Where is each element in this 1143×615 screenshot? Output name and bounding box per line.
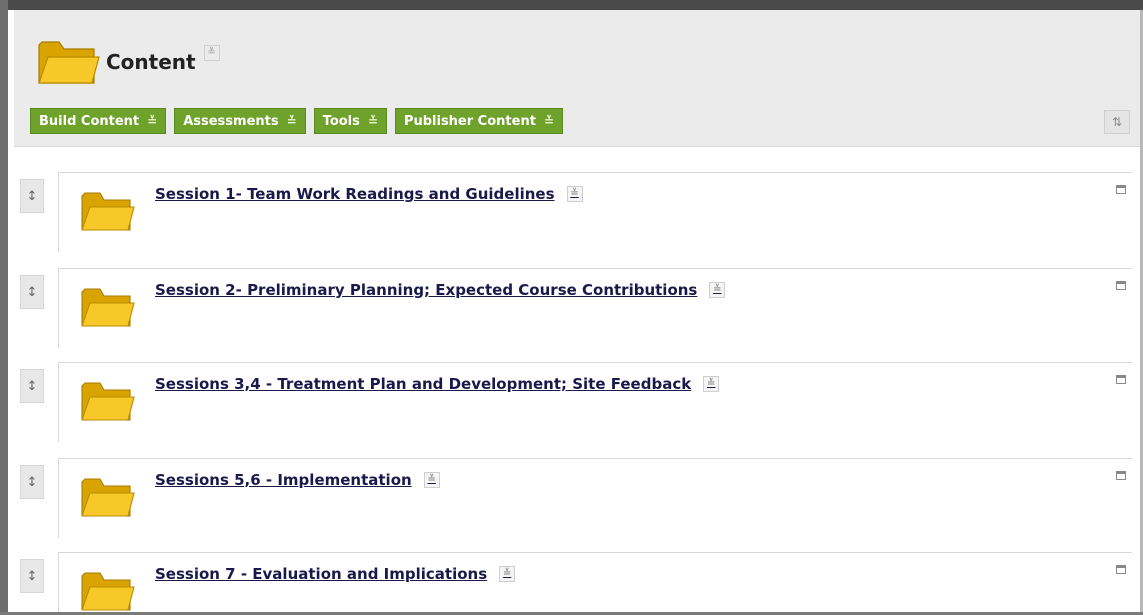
collapse-icon[interactable]	[1116, 185, 1126, 194]
content-item-title: Sessions 5,6 - Implementation	[155, 471, 412, 489]
collapse-icon[interactable]	[1116, 281, 1126, 290]
window-frame-top	[0, 0, 1143, 10]
content-item-title-link[interactable]: Sessions 3,4 - Treatment Plan and Develo…	[155, 375, 720, 393]
folder-icon	[81, 478, 135, 517]
double-chevron-down-icon: ≚	[543, 114, 554, 128]
content-toolbar: Build Content ≚ Assessments ≚ Tools ≚ Pu…	[30, 108, 571, 134]
tools-button[interactable]: Tools ≚	[313, 108, 387, 134]
content-header: Content ≚ Build Content ≚ Assessments ≚ …	[14, 10, 1140, 147]
content-item-title: Session 2- Preliminary Planning; Expecte…	[155, 281, 698, 299]
content-item-box: Sessions 3,4 - Treatment Plan and Develo…	[58, 362, 1132, 442]
double-chevron-down-icon[interactable]: ≚	[423, 472, 440, 488]
drag-handle-icon[interactable]: ↕	[20, 275, 44, 309]
content-item-title: Sessions 3,4 - Treatment Plan and Develo…	[155, 375, 692, 393]
publisher-content-button[interactable]: Publisher Content ≚	[394, 108, 563, 134]
folder-icon	[81, 192, 135, 231]
content-item-title-link[interactable]: Session 2- Preliminary Planning; Expecte…	[155, 281, 726, 299]
content-item-box: Session 7 - Evaluation and Implications …	[58, 552, 1132, 612]
double-chevron-down-icon[interactable]: ≚	[703, 376, 720, 392]
double-chevron-down-icon: ≚	[286, 114, 297, 128]
publisher-content-label: Publisher Content	[403, 113, 536, 129]
drag-handle-icon[interactable]: ↕	[20, 179, 44, 213]
drag-handle-icon[interactable]: ↕	[20, 369, 44, 403]
collapse-icon[interactable]	[1116, 471, 1126, 480]
content-item-box: Session 2- Preliminary Planning; Expecte…	[58, 268, 1132, 348]
tools-label: Tools	[322, 113, 360, 129]
double-chevron-down-icon[interactable]: ≚	[709, 282, 726, 298]
folder-icon	[81, 572, 135, 611]
window-frame-left	[0, 0, 8, 615]
content-item-title-link[interactable]: Session 7 - Evaluation and Implications …	[155, 565, 516, 583]
content-item-box: Session 1- Team Work Readings and Guidel…	[58, 172, 1132, 252]
assessments-button[interactable]: Assessments ≚	[174, 108, 306, 134]
build-content-button[interactable]: Build Content ≚	[30, 108, 167, 134]
content-item: ↕ Session 1- Team Work Readings and Guid…	[20, 172, 1132, 252]
double-chevron-down-icon: ≚	[367, 114, 378, 128]
content-item-title-link[interactable]: Sessions 5,6 - Implementation ≚	[155, 471, 440, 489]
folder-icon	[38, 41, 100, 84]
content-item: ↕ Session 2- Preliminary Planning; Expec…	[20, 268, 1132, 348]
content-item: ↕ Sessions 5,6 - Implementation ≚	[20, 458, 1132, 538]
content-item: ↕ Sessions 3,4 - Treatment Plan and Deve…	[20, 362, 1132, 442]
content-item-title-link[interactable]: Session 1- Team Work Readings and Guidel…	[155, 185, 583, 203]
drag-handle-icon[interactable]: ↕	[20, 465, 44, 499]
collapse-icon[interactable]	[1116, 375, 1126, 384]
reorder-arrows-icon[interactable]: ⇅	[1104, 110, 1130, 134]
folder-icon	[81, 382, 135, 421]
page-title-row: Content ≚	[36, 34, 220, 90]
collapse-icon[interactable]	[1116, 565, 1126, 574]
content-item-title: Session 1- Team Work Readings and Guidel…	[155, 185, 555, 203]
drag-handle-icon[interactable]: ↕	[20, 559, 44, 593]
assessments-label: Assessments	[183, 113, 279, 129]
double-chevron-down-icon[interactable]: ≚	[203, 45, 220, 61]
page-title: Content	[106, 50, 196, 74]
double-chevron-down-icon[interactable]: ≚	[499, 566, 516, 582]
folder-icon	[81, 288, 135, 327]
double-chevron-down-icon: ≚	[147, 114, 158, 128]
content-item-title: Session 7 - Evaluation and Implications	[155, 565, 488, 583]
build-content-label: Build Content	[39, 113, 140, 129]
content-item: ↕ Session 7 - Evaluation and Implication…	[20, 552, 1132, 612]
double-chevron-down-icon[interactable]: ≚	[566, 186, 583, 202]
content-item-box: Sessions 5,6 - Implementation ≚	[58, 458, 1132, 538]
